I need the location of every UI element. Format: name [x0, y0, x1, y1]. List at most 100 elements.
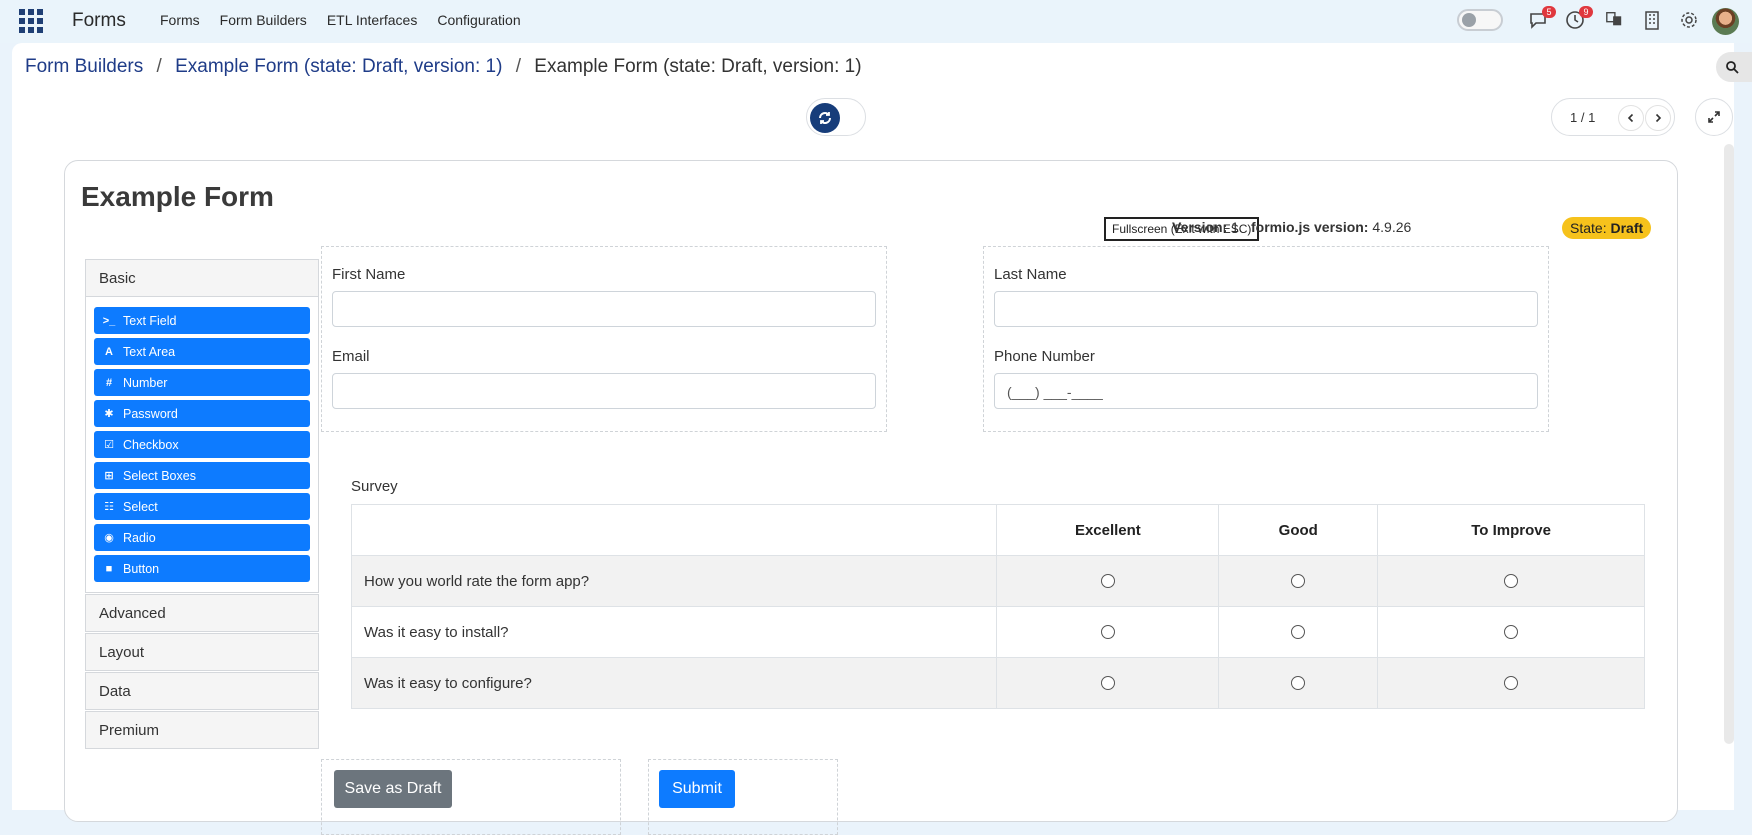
scrollbar[interactable]	[1724, 144, 1734, 744]
survey-row: Was it easy to configure?	[350, 657, 1645, 709]
survey-cell	[1218, 606, 1379, 658]
radio-good[interactable]	[1291, 625, 1306, 639]
components-sidebar: Basic >_ Text Field A Text Area # Number…	[85, 259, 319, 749]
breadcrumb-example-form[interactable]: Example Form (state: Draft, version: 1)	[175, 56, 502, 77]
group-advanced[interactable]: Advanced	[85, 594, 319, 632]
component-label: Password	[123, 406, 178, 421]
group-basic[interactable]: Basic	[85, 259, 319, 297]
expand-icon[interactable]	[1695, 98, 1733, 136]
nav-item-form-builders[interactable]: Form Builders	[220, 12, 307, 28]
survey-cell	[1377, 555, 1645, 607]
side-search-tab[interactable]	[1716, 52, 1752, 82]
chevron-left-icon[interactable]	[1618, 105, 1644, 131]
email-input[interactable]	[332, 373, 876, 409]
formio-version-label: formio.js version:	[1251, 219, 1369, 235]
theme-toggle[interactable]	[1457, 9, 1503, 31]
hashtag-icon: #	[105, 376, 113, 389]
submit-button[interactable]: Submit	[659, 770, 735, 808]
component-text-field[interactable]: >_ Text Field	[94, 307, 310, 334]
component-label: Text Area	[123, 344, 176, 359]
email-label: Email	[332, 348, 370, 365]
check-square-icon: ☑	[104, 439, 114, 451]
survey-row: Was it easy to install?	[350, 606, 1645, 658]
nav-item-configuration[interactable]: Configuration	[437, 12, 520, 28]
survey-cell	[996, 657, 1220, 709]
component-label: Checkbox	[123, 437, 179, 452]
form-title: Example Form	[81, 181, 274, 212]
app-title[interactable]: Forms	[72, 10, 126, 32]
first-name-input[interactable]	[332, 291, 876, 327]
survey-question: Was it easy to install?	[350, 606, 998, 658]
component-checkbox[interactable]: ☑ Checkbox	[94, 431, 310, 458]
group-data[interactable]: Data	[85, 672, 319, 710]
component-select-boxes[interactable]: ⊞ Select Boxes	[94, 462, 310, 489]
component-number[interactable]: # Number	[94, 369, 310, 396]
component-button[interactable]: ■ Button	[94, 555, 310, 582]
survey-cell	[1377, 606, 1645, 658]
survey-row: How you world rate the form app?	[350, 555, 1645, 607]
nav-item-etl-interfaces[interactable]: ETL Interfaces	[327, 12, 418, 28]
survey-table: Excellent Good To Improve How you world …	[350, 504, 1645, 709]
component-label: Button	[123, 561, 160, 576]
apps-grid-icon[interactable]	[19, 9, 43, 33]
chat-badge: 5	[1542, 6, 1556, 18]
chevron-right-icon[interactable]	[1645, 105, 1671, 131]
survey-cell	[1218, 657, 1379, 709]
version-value: 1	[1231, 219, 1239, 235]
component-radio[interactable]: ◉ Radio	[94, 524, 310, 551]
radio-good[interactable]	[1291, 574, 1306, 588]
breadcrumb-form-builders[interactable]: Form Builders	[25, 56, 143, 77]
nav-item-forms[interactable]: Forms	[160, 12, 200, 28]
refresh-toggle[interactable]	[806, 98, 866, 136]
component-label: Select	[123, 499, 158, 514]
save-draft-button[interactable]: Save as Draft	[334, 770, 452, 808]
font-icon: A	[105, 345, 113, 358]
component-password[interactable]: ✱ Password	[94, 400, 310, 427]
group-premium[interactable]: Premium	[85, 711, 319, 749]
chat-icon[interactable]: 5	[1528, 6, 1556, 32]
first-name-label: First Name	[332, 266, 406, 283]
pager: 1 / 1	[1551, 98, 1675, 136]
left-column: First Name Email	[321, 246, 887, 432]
survey-col-excellent: Excellent	[996, 504, 1220, 556]
breadcrumb: Form Builders / Example Form (state: Dra…	[25, 56, 862, 78]
asterisk-icon: ✱	[104, 408, 114, 420]
component-label: Text Field	[123, 313, 177, 328]
formio-version-value: 4.9.26	[1372, 219, 1412, 235]
user-avatar[interactable]	[1712, 8, 1739, 35]
component-label: Number	[123, 375, 168, 390]
save-draft-container: Save as Draft	[321, 759, 621, 835]
language-icon[interactable]	[1605, 10, 1627, 32]
last-name-input[interactable]	[994, 291, 1538, 327]
main-nav: Forms Form Builders ETL Interfaces Confi…	[160, 12, 521, 28]
refresh-icon[interactable]	[810, 103, 840, 133]
breadcrumb-separator: /	[156, 56, 162, 77]
terminal-icon: >_	[102, 314, 116, 327]
state-label: State:	[1570, 220, 1607, 236]
pager-text: 1 / 1	[1570, 110, 1596, 125]
phone-label: Phone Number	[994, 348, 1095, 365]
phone-input[interactable]: (___) ___-____	[994, 373, 1538, 409]
component-select[interactable]: ☷ Select	[94, 493, 310, 520]
survey-cell	[996, 555, 1220, 607]
stop-icon: ■	[105, 562, 113, 575]
gear-icon[interactable]	[1679, 10, 1701, 32]
radio-good[interactable]	[1291, 676, 1306, 690]
component-text-area[interactable]: A Text Area	[94, 338, 310, 365]
state-badge: State: Draft	[1562, 217, 1652, 239]
radio-excellent[interactable]	[1100, 676, 1115, 690]
radio-to-improve[interactable]	[1504, 676, 1519, 690]
clock-icon[interactable]: 9	[1565, 6, 1593, 32]
main-panel: Form Builders / Example Form (state: Dra…	[12, 43, 1734, 835]
group-layout[interactable]: Layout	[85, 633, 319, 671]
radio-excellent[interactable]	[1100, 574, 1115, 588]
component-label: Select Boxes	[123, 468, 196, 483]
radio-excellent[interactable]	[1100, 625, 1115, 639]
component-label: Radio	[123, 530, 156, 545]
state-value: Draft	[1610, 220, 1644, 236]
survey-cell	[1218, 555, 1379, 607]
radio-to-improve[interactable]	[1504, 625, 1519, 639]
survey-label: Survey	[351, 478, 398, 495]
radio-to-improve[interactable]	[1504, 574, 1519, 588]
building-icon[interactable]	[1643, 10, 1665, 32]
